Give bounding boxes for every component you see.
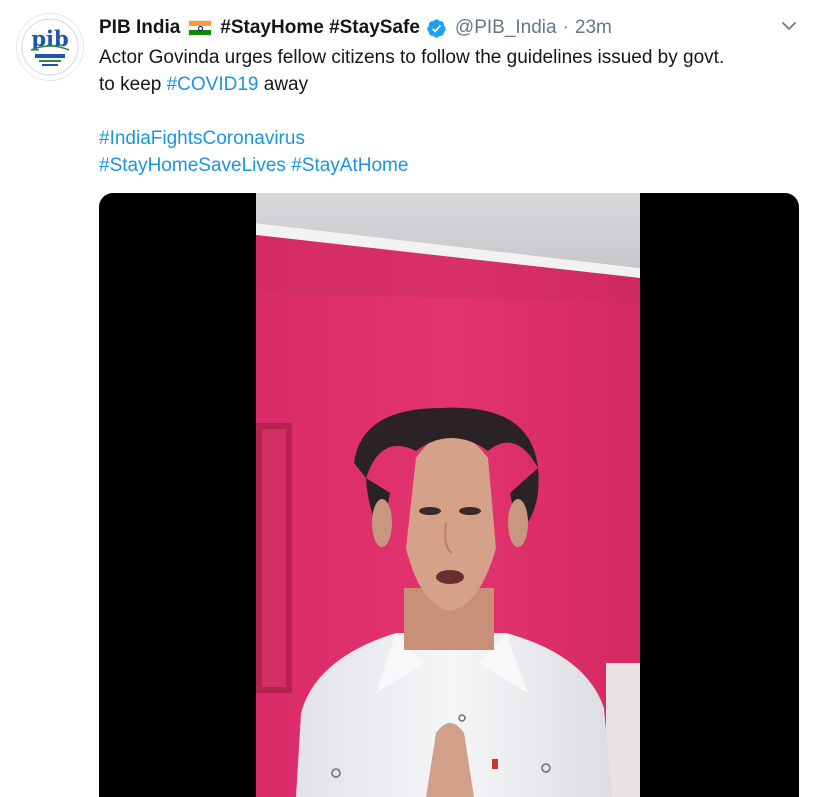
hashtag-india-fights-coronavirus[interactable]: #IndiaFightsCoronavirus [99, 128, 305, 149]
separator-dot: · [562, 17, 569, 38]
text-prefix: to keep [99, 74, 167, 95]
verified-badge-icon [426, 18, 447, 39]
handle[interactable]: @PIB_India [455, 17, 557, 39]
chevron-down-icon[interactable] [775, 12, 803, 40]
avatar[interactable]: pib [16, 13, 84, 81]
timestamp[interactable]: 23m [575, 17, 612, 39]
india-flag-icon [188, 20, 213, 36]
tweet-text-line-2: to keep #COVID19 away [99, 71, 799, 98]
display-name-hashtags[interactable]: #StayHome #StaySafe [220, 17, 420, 39]
video-still-image [256, 193, 640, 797]
tweet-header: PIB India #StayHome #StaySafe @PIB_India… [99, 14, 612, 42]
video-player[interactable] [99, 193, 799, 797]
video-frame [256, 193, 640, 797]
tweet-text: Actor Govinda urges fellow citizens to f… [99, 44, 799, 179]
tweet: pib PIB India #StayHome #StaySafe @PIB_I… [0, 0, 819, 797]
tweet-text-line-1: Actor Govinda urges fellow citizens to f… [99, 47, 725, 68]
display-name[interactable]: PIB India [99, 17, 180, 39]
pib-logo-icon: pib [17, 14, 83, 80]
text-suffix: away [258, 74, 309, 95]
hashtag-stay-at-home[interactable]: #StayAtHome [291, 155, 408, 176]
hashtag-covid19[interactable]: #COVID19 [167, 74, 259, 95]
hashtag-stay-home-save-lives[interactable]: #StayHomeSaveLives [99, 155, 286, 176]
